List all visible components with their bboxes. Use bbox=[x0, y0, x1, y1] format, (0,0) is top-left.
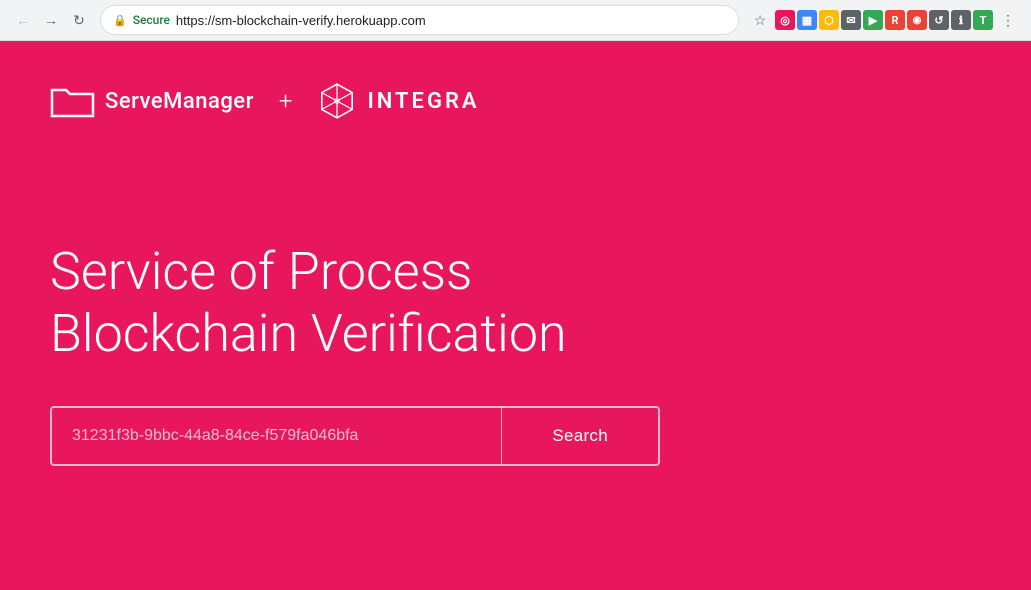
ext-icon-5[interactable]: ▶ bbox=[863, 10, 883, 30]
ext-icon-4[interactable]: ✉ bbox=[841, 10, 861, 30]
refresh-button[interactable]: ↻ bbox=[66, 7, 92, 33]
url-input[interactable] bbox=[176, 13, 726, 28]
ext-icon-8[interactable]: ↺ bbox=[929, 10, 949, 30]
heading-line1: Service of Process bbox=[50, 241, 472, 302]
forward-button[interactable]: → bbox=[38, 7, 64, 33]
page-content: ServeManager + INTEGRA Service of Proces… bbox=[0, 41, 1031, 590]
search-input[interactable] bbox=[52, 408, 501, 464]
folder-icon bbox=[50, 84, 95, 119]
heading-line2: Blockchain Verification bbox=[50, 303, 567, 364]
browser-toolbar: ← → ↻ 🔒 Secure ☆ ◎ ▦ ⬡ ✉ ▶ R ◉ ↺ ℹ T bbox=[0, 0, 1031, 40]
address-bar[interactable]: 🔒 Secure bbox=[100, 5, 739, 35]
search-container: Search bbox=[50, 406, 660, 466]
ext-icon-2[interactable]: ▦ bbox=[797, 10, 817, 30]
bookmark-button[interactable]: ☆ bbox=[747, 7, 773, 33]
integra-logo: INTEGRA bbox=[317, 81, 479, 121]
secure-icon: 🔒 bbox=[113, 14, 127, 27]
search-button[interactable]: Search bbox=[502, 408, 658, 464]
ext-icon-9[interactable]: ℹ bbox=[951, 10, 971, 30]
ext-icon-7[interactable]: ◉ bbox=[907, 10, 927, 30]
integra-text: INTEGRA bbox=[367, 89, 479, 114]
menu-button[interactable]: ⋮ bbox=[995, 7, 1021, 33]
ext-icon-6[interactable]: R bbox=[885, 10, 905, 30]
integra-hex-icon bbox=[317, 81, 357, 121]
ext-icon-1[interactable]: ◎ bbox=[775, 10, 795, 30]
back-button[interactable]: ← bbox=[10, 7, 36, 33]
secure-label: Secure bbox=[133, 13, 170, 27]
ext-icon-3[interactable]: ⬡ bbox=[819, 10, 839, 30]
main-heading: Service of Process Blockchain Verificati… bbox=[50, 241, 981, 366]
page-header: ServeManager + INTEGRA bbox=[50, 81, 981, 121]
ext-icon-10[interactable]: T bbox=[973, 10, 993, 30]
nav-buttons: ← → ↻ bbox=[10, 7, 92, 33]
browser-chrome: ← → ↻ 🔒 Secure ☆ ◎ ▦ ⬡ ✉ ▶ R ◉ ↺ ℹ T bbox=[0, 0, 1031, 41]
serve-manager-text: ServeManager bbox=[105, 89, 254, 114]
serve-manager-logo: ServeManager bbox=[50, 84, 254, 119]
plus-sign: + bbox=[279, 87, 293, 115]
extension-icons: ◎ ▦ ⬡ ✉ ▶ R ◉ ↺ ℹ T bbox=[775, 10, 993, 30]
toolbar-actions: ☆ ◎ ▦ ⬡ ✉ ▶ R ◉ ↺ ℹ T ⋮ bbox=[747, 7, 1021, 33]
